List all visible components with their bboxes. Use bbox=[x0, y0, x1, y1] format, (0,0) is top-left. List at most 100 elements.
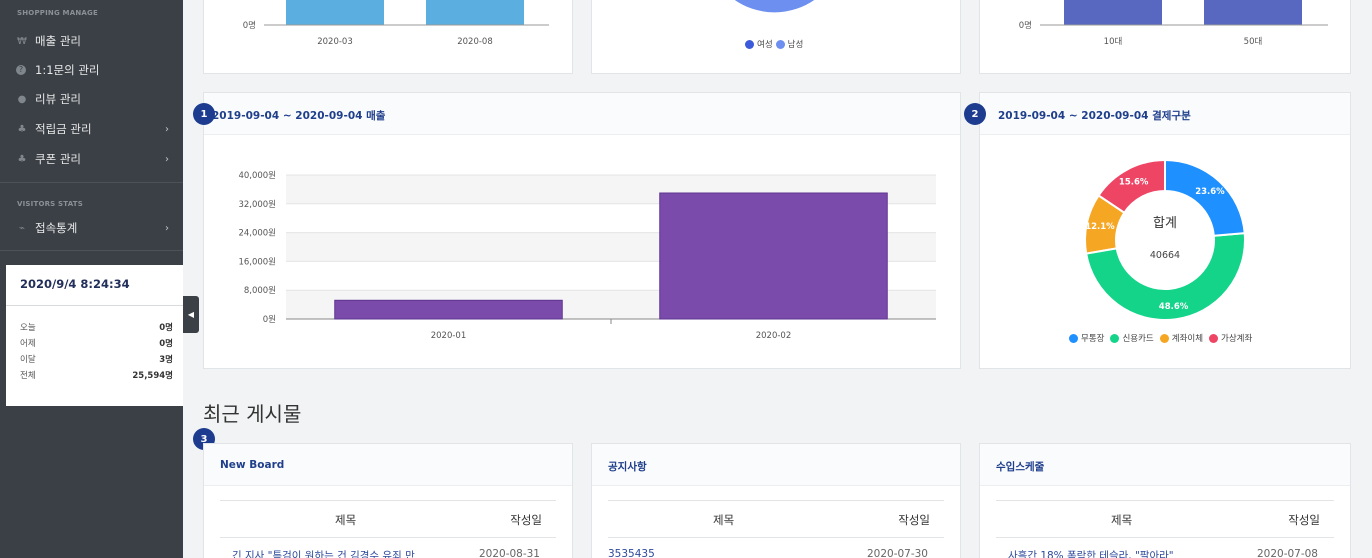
board-card-import-schedule: 수입스케줄 제목 작성일 사흘간 18% 폭락한 테슬라, "팔아라" 2020… bbox=[979, 443, 1351, 558]
sidebar-item-label: 리뷰 관리 bbox=[35, 92, 81, 106]
legend-label: 계좌이체 bbox=[1171, 334, 1204, 344]
sales-card-badge: 1 bbox=[193, 103, 215, 125]
stat-label: 어제 bbox=[20, 339, 36, 349]
chevron-right-icon: › bbox=[165, 222, 169, 234]
card-header: 2019-09-04 ~ 2020-09-04 결제구분 bbox=[980, 93, 1350, 135]
sidebar-item-sales[interactable]: ₩ 매출 관리 bbox=[0, 27, 183, 55]
x-tick-label: 2020-03 bbox=[317, 37, 353, 47]
legend-dot bbox=[1069, 333, 1078, 343]
chart-bar bbox=[426, 0, 524, 25]
board-title[interactable]: 공지사항 bbox=[608, 459, 647, 474]
sidebar-item-inquiry[interactable]: ? 1:1문의 관리 bbox=[0, 56, 183, 84]
age-visitors-chart: 0명 10대 50대 bbox=[1019, 0, 1328, 47]
y-tick-label: 16,000원 bbox=[238, 257, 276, 267]
sidebar-item-label: 접속통계 bbox=[35, 221, 78, 235]
sidebar: SHOPPING MANAGE ₩ 매출 관리 ? 1:1문의 관리 ● 리뷰 … bbox=[0, 0, 183, 558]
shopping-manage-heading: SHOPPING MANAGE bbox=[17, 9, 98, 17]
stat-value: 0명 bbox=[159, 323, 173, 333]
sidebar-item-label: 매출 관리 bbox=[35, 34, 81, 48]
x-tick-label: 2020-01 bbox=[431, 331, 467, 341]
chart-bar bbox=[286, 0, 384, 25]
gender-chart bbox=[734, 0, 815, 13]
chevron-right-icon: › bbox=[165, 153, 169, 165]
slice-value-label: 23.6% bbox=[1195, 187, 1225, 197]
stat-label: 이달 bbox=[20, 355, 36, 365]
post-date: 2020-07-30 bbox=[866, 548, 928, 558]
card-header bbox=[592, 444, 960, 486]
stat-total: 전체 25,594명 bbox=[20, 369, 173, 381]
sidebar-item-review[interactable]: ● 리뷰 관리 bbox=[0, 85, 183, 113]
legend-dot bbox=[745, 39, 754, 49]
post-date: 2020-07-08 bbox=[1256, 548, 1318, 558]
payment-card: 2019-09-04 ~ 2020-09-04 결제구분 합계 40664 23… bbox=[979, 92, 1351, 369]
board-table-header: 제목 작성일 bbox=[220, 500, 556, 538]
stat-value: 0명 bbox=[159, 339, 173, 349]
y-tick-label: 32,000원 bbox=[238, 200, 276, 210]
y-tick-label: 0명 bbox=[243, 20, 256, 31]
divider bbox=[6, 305, 183, 306]
legend-dot bbox=[1159, 333, 1169, 343]
legend-dot bbox=[1209, 333, 1219, 343]
y-tick-label: 8,000원 bbox=[244, 286, 276, 296]
post-title-link[interactable]: 긴 지사 "특검이 원하는 건 김경수 유죄 만 bbox=[232, 548, 452, 558]
comment-icon: ● bbox=[17, 93, 27, 105]
payment-card-title: 2019-09-04 ~ 2020-09-04 결제구분 bbox=[998, 110, 1191, 122]
sales-card-title: 2019-09-04 ~ 2020-09-04 매출 bbox=[212, 110, 386, 122]
slice-value-label: 48.6% bbox=[1159, 302, 1189, 312]
stat-today: 오늘 0명 bbox=[20, 321, 173, 333]
line-chart-icon: ⌁ bbox=[18, 222, 26, 234]
visitor-summary-panel: 2020/9/4 8:24:34 오늘 0명 어제 0명 이달 3명 전체 25… bbox=[6, 265, 183, 406]
column-header-title: 제목 bbox=[335, 513, 357, 527]
payment-legend: 무통장 신용카드 계좌이체 가상계좌 bbox=[1069, 332, 1255, 344]
legend-dot bbox=[1110, 333, 1120, 343]
monthly-visitors-chart: 0명 2020-03 2020-08 bbox=[243, 0, 549, 47]
chart-bar bbox=[334, 299, 563, 320]
sidebar-item-label: 쿠폰 관리 bbox=[35, 152, 81, 166]
gender-pie-slice bbox=[734, 0, 815, 13]
post-title-link[interactable]: 3535435 bbox=[608, 548, 828, 558]
sidebar-collapse-toggle[interactable]: ◀ bbox=[183, 296, 199, 333]
x-tick-label: 2020-02 bbox=[756, 331, 792, 341]
slice-value-label: 12.1% bbox=[1085, 222, 1115, 232]
sidebar-item-access-stats[interactable]: ⌁ 접속통계 › bbox=[0, 214, 183, 242]
sidebar-item-points[interactable]: ♣ 적립금 관리 › bbox=[0, 115, 183, 143]
question-icon: ? bbox=[16, 65, 26, 75]
card-header: 2019-09-04 ~ 2020-09-04 매출 bbox=[204, 93, 960, 135]
chart-bar bbox=[1204, 0, 1302, 25]
stat-this-month: 이달 3명 bbox=[20, 353, 173, 365]
board-table-header: 제목 작성일 bbox=[996, 500, 1334, 538]
legend-label: 신용카드 bbox=[1122, 334, 1154, 344]
coupon-icon: ♣ bbox=[17, 153, 27, 165]
payment-donut-chart: 합계 40664 23.6% 48.6% 12.1% 15.6% bbox=[1084, 158, 1246, 321]
gender-card: 여성 남성 bbox=[591, 0, 961, 74]
legend-dot bbox=[775, 39, 785, 49]
sidebar-item-label: 적립금 관리 bbox=[35, 122, 92, 136]
legend-label: 남성 bbox=[787, 40, 804, 50]
legend-label: 가상계좌 bbox=[1221, 334, 1253, 344]
x-tick-label: 50대 bbox=[1244, 37, 1263, 47]
post-title-link[interactable]: 사흘간 18% 폭락한 테슬라, "팔아라" bbox=[1008, 548, 1228, 558]
board-title[interactable]: New Board bbox=[220, 459, 284, 471]
current-datetime: 2020/9/4 8:24:34 bbox=[20, 277, 130, 291]
slice-value-label: 15.6% bbox=[1119, 177, 1149, 187]
chart-bar bbox=[1064, 0, 1162, 25]
won-icon: ₩ bbox=[17, 35, 27, 47]
board-title[interactable]: 수입스케줄 bbox=[996, 459, 1044, 474]
gender-legend: 여성 남성 bbox=[745, 38, 803, 50]
sidebar-divider bbox=[0, 250, 183, 251]
caret-left-icon: ◀ bbox=[187, 310, 195, 319]
post-date: 2020-08-31 bbox=[478, 548, 540, 558]
y-tick-label: 0원 bbox=[263, 315, 276, 325]
sidebar-item-coupon[interactable]: ♣ 쿠폰 관리 › bbox=[0, 145, 183, 173]
legend-label: 무통장 bbox=[1081, 334, 1105, 344]
age-visitors-card: 0명 10대 50대 bbox=[979, 0, 1351, 74]
stat-yesterday: 어제 0명 bbox=[20, 337, 173, 349]
chevron-right-icon: › bbox=[165, 123, 169, 135]
y-tick-label: 24,000원 bbox=[238, 229, 276, 239]
payment-card-badge: 2 bbox=[964, 103, 986, 125]
stat-label: 전체 bbox=[20, 371, 36, 381]
stat-label: 오늘 bbox=[20, 323, 36, 333]
donut-center-value: 40664 bbox=[1150, 250, 1180, 261]
board-card-new-board: New Board 제목 작성일 긴 지사 "특검이 원하는 건 김경수 유죄 … bbox=[203, 443, 573, 558]
x-tick-label: 10대 bbox=[1104, 37, 1123, 47]
